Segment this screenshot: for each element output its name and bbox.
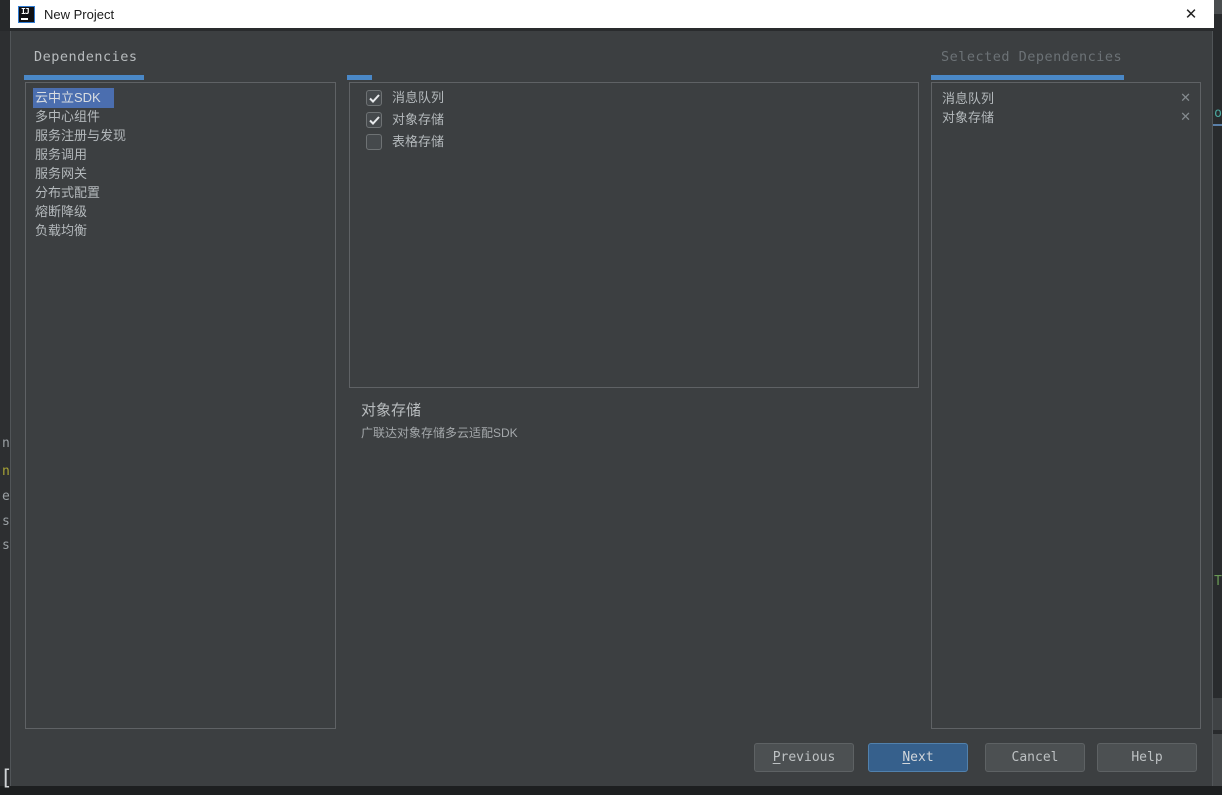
background-editor-text: n (2, 436, 10, 451)
dependencies-header: Dependencies (34, 49, 138, 65)
selected-dependency-label: 消息队列 (942, 89, 994, 108)
selected-dependencies-header: Selected Dependencies (941, 49, 1122, 65)
selected-dependency-label: 对象存储 (942, 108, 994, 127)
option-detail-description: 广联达对象存储多云适配SDK (361, 424, 518, 441)
check-icon (369, 94, 380, 103)
new-project-dialog: IJ New Project ✕ Dependencies Selected D… (10, 0, 1213, 786)
list-item-category[interactable]: 服务注册与发现 (26, 126, 335, 145)
previous-button[interactable]: Previous (754, 743, 854, 772)
checkbox-checked[interactable] (366, 112, 382, 128)
list-item-category[interactable]: 服务网关 (26, 164, 335, 183)
option-row: 表格存储 (366, 134, 918, 150)
list-item-category[interactable]: 熔断降级 (26, 202, 335, 221)
dialog-titlebar[interactable]: IJ New Project ✕ (10, 0, 1214, 31)
background-editor-text: s (2, 514, 10, 529)
option-label: 对象存储 (392, 112, 444, 128)
dependencies-tab-indicator (24, 75, 144, 80)
checkbox-unchecked[interactable] (366, 134, 382, 150)
screen: n n e s s [ o nT IJ New Project ✕ Depend… (0, 0, 1222, 795)
option-label: 表格存储 (392, 134, 444, 150)
selected-dependency-row: 对象存储 ✕ (932, 108, 1200, 127)
remove-icon[interactable]: ✕ (1180, 89, 1191, 108)
option-label: 消息队列 (392, 90, 444, 106)
next-button[interactable]: Next (868, 743, 968, 772)
background-editor-text: e (2, 489, 10, 504)
background-ide-bottom-strip (0, 786, 1222, 795)
background-editor-text: o (1214, 106, 1222, 121)
option-detail-title: 对象存储 (361, 399, 421, 420)
cancel-button[interactable]: Cancel (985, 743, 1085, 772)
background-underline (1213, 124, 1222, 126)
list-item-category[interactable]: 服务调用 (26, 145, 335, 164)
selected-tab-indicator (931, 75, 1124, 80)
background-editor-text: n (2, 464, 10, 479)
close-icon[interactable]: ✕ (1176, 0, 1206, 28)
intellij-logo-icon: IJ (18, 6, 35, 23)
options-tab-indicator (347, 75, 372, 80)
selected-dependencies-panel: 消息队列 ✕ 对象存储 ✕ (931, 82, 1201, 729)
dependency-category-list: 云中立SDK 多中心组件 服务注册与发现 服务调用 服务网关 分布式配置 熔断降… (25, 82, 336, 729)
list-item-category[interactable]: 负载均衡 (26, 221, 335, 240)
background-editor-text: [ (0, 766, 13, 790)
option-row: 消息队列 (366, 90, 918, 106)
background-block (1213, 734, 1222, 786)
background-ide-right-strip: o nT (1213, 0, 1222, 786)
background-ide-left-strip: n n e s s (0, 31, 10, 786)
background-block (1213, 698, 1222, 730)
dependency-options-panel: 消息队列 对象存储 表格存储 (349, 82, 919, 388)
check-icon (369, 116, 380, 125)
background-editor-text: s (2, 538, 10, 553)
selected-dependency-row: 消息队列 ✕ (932, 89, 1200, 108)
dialog-title: New Project (44, 7, 114, 22)
list-item-category[interactable]: 多中心组件 (26, 107, 335, 126)
background-corner (1213, 0, 1222, 14)
list-item-category[interactable]: 云中立SDK (26, 88, 335, 107)
remove-icon[interactable]: ✕ (1180, 108, 1191, 127)
help-button[interactable]: Help (1097, 743, 1197, 772)
checkbox-checked[interactable] (366, 90, 382, 106)
option-row: 对象存储 (366, 112, 918, 128)
list-item-category[interactable]: 分布式配置 (26, 183, 335, 202)
